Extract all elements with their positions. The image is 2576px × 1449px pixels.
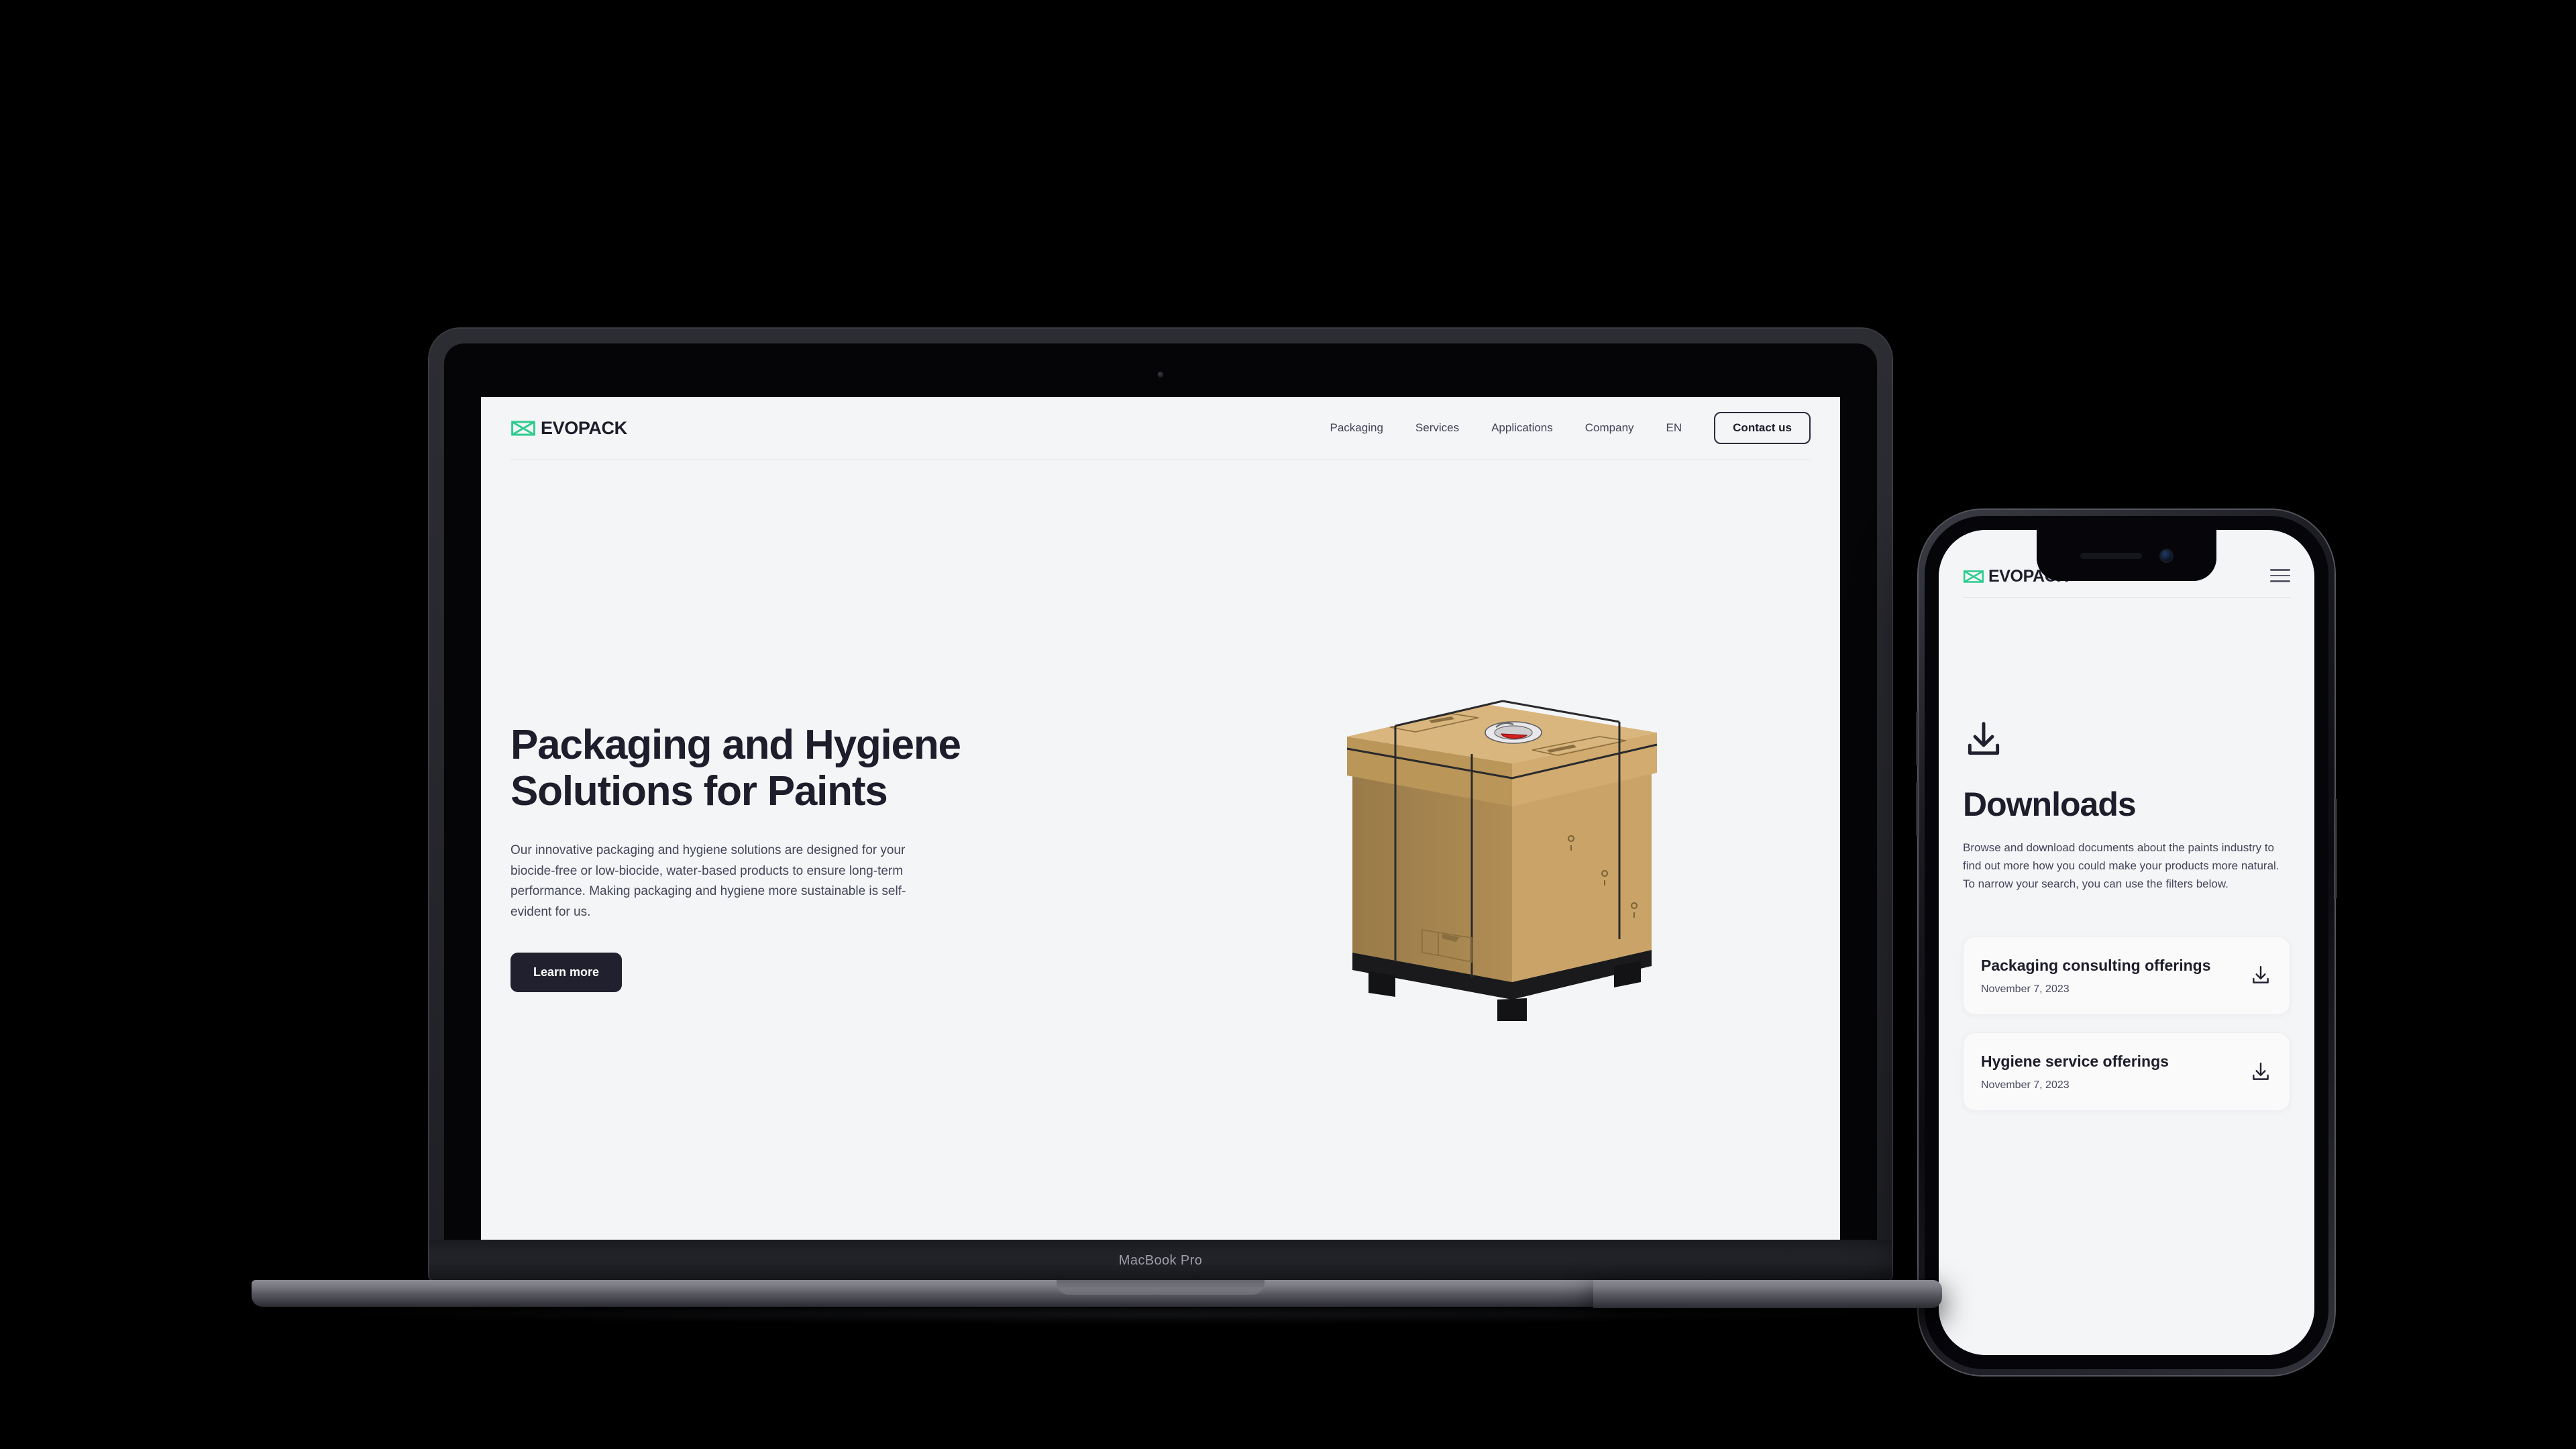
download-card-title: Hygiene service offerings — [1981, 1053, 2169, 1070]
main-nav: Packaging Services Applications Company … — [1314, 412, 1811, 444]
evopack-mobile-site: EVOPACK Downloads Browse and download do… — [1939, 530, 2314, 1355]
hero-title-line-1: Packaging and Hygiene — [511, 722, 961, 769]
download-card[interactable]: Packaging consulting offerings November … — [1963, 936, 2290, 1015]
nav-item-packaging[interactable]: Packaging — [1314, 421, 1399, 435]
evopack-bowtie-logo-icon — [511, 420, 536, 437]
iphone-notch — [2037, 530, 2216, 581]
download-card-text: Packaging consulting offerings November … — [1981, 956, 2237, 996]
iphone-volume-up-button[interactable] — [1916, 711, 1919, 766]
download-icon[interactable] — [2249, 1061, 2272, 1083]
downloads-list: Packaging consulting offerings November … — [1963, 936, 2290, 1112]
hero-copy: Packaging and Hygiene Solutions for Pain… — [511, 460, 1187, 1281]
macbook-bezel: EVOPACK Packaging Services Applications … — [444, 343, 1877, 1281]
macbook-lid: EVOPACK Packaging Services Applications … — [429, 329, 1892, 1281]
evopack-bowtie-logo-icon — [1963, 570, 1984, 584]
download-card-date: November 7, 2023 — [1981, 1079, 2070, 1091]
macbook-screen: EVOPACK Packaging Services Applications … — [481, 397, 1840, 1281]
iphone-speaker-icon — [2080, 552, 2142, 559]
nav-item-services[interactable]: Services — [1399, 421, 1475, 435]
mobile-page-body: Downloads Browse and download documents … — [1939, 598, 2314, 1112]
iphone-frame: EVOPACK Downloads Browse and download do… — [1916, 510, 2337, 1375]
iphone-front-camera-icon — [2159, 548, 2174, 563]
nav-item-applications[interactable]: Applications — [1475, 421, 1569, 435]
macbook-pro-mockup: EVOPACK Packaging Services Applications … — [252, 329, 2070, 1322]
nav-item-language[interactable]: EN — [1650, 421, 1699, 435]
learn-more-button[interactable]: Learn more — [511, 952, 623, 992]
download-card[interactable]: Hygiene service offerings November 7, 20… — [1963, 1032, 2290, 1112]
download-icon[interactable] — [2249, 964, 2272, 987]
macbook-model-label: MacBook Pro — [1118, 1252, 1203, 1268]
ibc-container-image — [1346, 700, 1658, 1021]
macbook-chin: MacBook Pro — [429, 1240, 1892, 1281]
site-header: EVOPACK Packaging Services Applications … — [481, 397, 1840, 459]
hero-title: Packaging and Hygiene Solutions for Pain… — [511, 722, 980, 815]
iphone-mockup: EVOPACK Downloads Browse and download do… — [1916, 510, 2337, 1375]
download-icon — [1968, 722, 2000, 755]
iphone-screen: EVOPACK Downloads Browse and download do… — [1939, 530, 2314, 1355]
contact-us-button[interactable]: Contact us — [1714, 412, 1811, 444]
hamburger-menu-icon[interactable] — [2270, 565, 2290, 586]
hero-image-wrap — [1187, 460, 1811, 1281]
download-card-title: Packaging consulting offerings — [1981, 956, 2211, 974]
macbook-camera-icon — [1157, 372, 1164, 378]
mobile-page-description: Browse and download documents about the … — [1963, 841, 2279, 891]
nav-item-company[interactable]: Company — [1569, 421, 1650, 435]
macbook-base-notch — [1057, 1280, 1265, 1295]
hamburger-line — [2270, 574, 2290, 577]
evopack-website: EVOPACK Packaging Services Applications … — [481, 397, 1840, 1281]
hero-title-line-2: Solutions for Paints — [511, 768, 888, 815]
brand-name: EVOPACK — [541, 417, 627, 438]
iphone-power-button[interactable] — [2334, 798, 2337, 899]
hamburger-line — [2270, 580, 2290, 582]
brand-logo[interactable]: EVOPACK — [511, 418, 627, 439]
hamburger-line — [2270, 569, 2290, 571]
iphone-volume-down-button[interactable] — [1916, 782, 1919, 837]
iphone-inner-bezel: EVOPACK Downloads Browse and download do… — [1925, 516, 2328, 1369]
download-card-text: Hygiene service offerings November 7, 20… — [1981, 1052, 2237, 1091]
mobile-page-title: Downloads — [1963, 786, 2137, 823]
hero-section: Packaging and Hygiene Solutions for Pain… — [481, 460, 1840, 1281]
hero-subtitle: Our innovative packaging and hygiene sol… — [511, 843, 906, 920]
scene: EVOPACK Packaging Services Applications … — [0, 0, 2576, 1449]
download-card-date: November 7, 2023 — [1981, 983, 2070, 995]
macbook-base-overlap — [1593, 1280, 1942, 1308]
